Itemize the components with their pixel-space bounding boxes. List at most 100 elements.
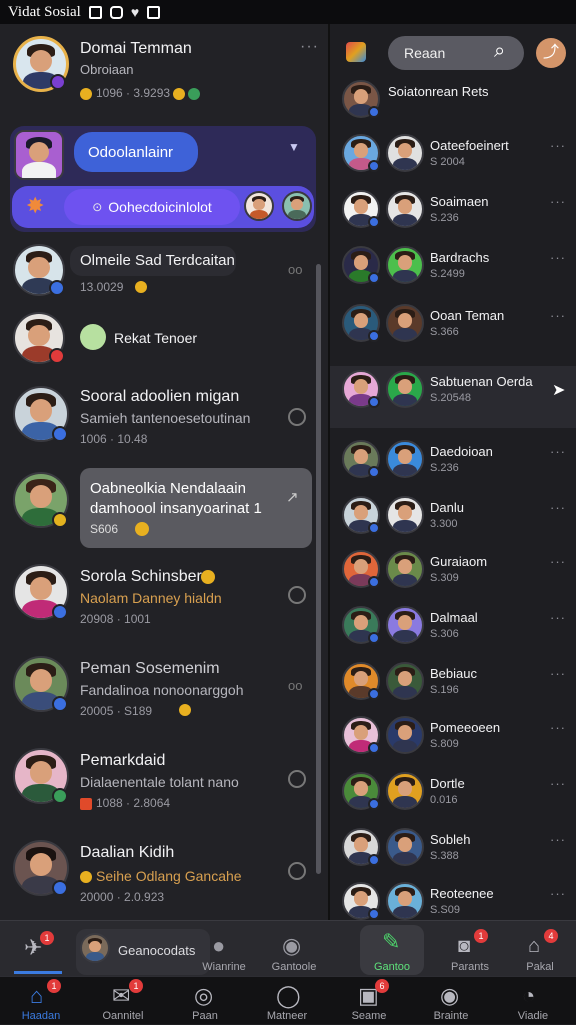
contact-row[interactable]: Bebiauc S.196 ··· [330, 658, 576, 708]
more-options-icon[interactable]: ··· [550, 500, 566, 515]
explore-icon: ◎ [194, 983, 214, 1008]
contact-avatar-secondary[interactable] [386, 304, 424, 342]
contact-row[interactable]: Sabtuenan Oerda S.20548 ➤ [330, 366, 576, 428]
more-options-icon[interactable]: ··· [550, 554, 566, 569]
mute-icon[interactable]: oo [288, 262, 302, 277]
contact-avatar-secondary[interactable] [386, 716, 424, 754]
featured-action-bar[interactable]: ✸ ⊙ Oohecdoicinlolot [12, 186, 314, 228]
contact-row[interactable]: Danlu 3.300 ··· [330, 492, 576, 542]
nav-tab-5[interactable]: ◉ Brainte [410, 977, 492, 1025]
nav-pakal[interactable]: ⌂ 4 Pakal [510, 927, 570, 975]
nav-label: Gantoo [373, 961, 411, 973]
nav-whisper[interactable]: ● Wianrine [196, 927, 252, 975]
contact-avatar-secondary[interactable] [386, 190, 424, 228]
more-options-icon[interactable]: ··· [550, 832, 566, 847]
nav-tab-6[interactable]: ◔ Viadie [492, 977, 574, 1025]
contact-row[interactable]: Bardrachs S.2499 ··· [330, 242, 576, 292]
status-badge [52, 696, 68, 712]
notification-badge: 1 [47, 979, 61, 993]
chat-row[interactable]: Oabneolkia Nendalaain damhoool insanyoar… [0, 464, 316, 550]
contact-avatar-secondary[interactable] [386, 550, 424, 588]
contact-avatar-secondary[interactable] [386, 662, 424, 700]
contact-avatar-secondary[interactable] [386, 134, 424, 172]
nav-tab-4[interactable]: ▣ 6 Seame [328, 977, 410, 1025]
more-options-icon[interactable]: ··· [550, 250, 566, 265]
mute-icon[interactable]: oo [288, 678, 302, 693]
contact-meta: S.366 [430, 326, 459, 338]
nav-tab-0[interactable]: ⌂ 1 Haadan [0, 977, 82, 1025]
nav-tab-2[interactable]: ◎ Paan [164, 977, 246, 1025]
featured-avatar[interactable] [14, 130, 64, 180]
contact-avatar-secondary[interactable] [386, 828, 424, 866]
chat-row[interactable]: Daalian Kidih Seihe Odlang Gancahe 20000… [0, 836, 316, 920]
contact-meta: S.388 [430, 850, 459, 862]
chat-row[interactable]: Rekat Tenoer [0, 306, 316, 372]
search-bar[interactable]: Reaan ⌕ [388, 36, 524, 70]
contact-name: Dortle [430, 776, 465, 791]
more-options-icon[interactable]: ··· [550, 194, 566, 209]
nav-tab-3[interactable]: ◯ Matneer [246, 977, 328, 1025]
featured-message-bubble[interactable]: Odoolanlainr [74, 132, 198, 172]
mail-icon: ✉ [112, 983, 131, 1008]
chat-row[interactable]: Sorola Schinsber Naolam Danney hialdn 20… [0, 560, 316, 636]
nav-pin[interactable]: ✈ 1 [8, 927, 64, 975]
contact-row[interactable]: Dortle 0.016 ··· [330, 768, 576, 818]
chat-row[interactable]: Pemarkdaid Dialaenentale tolant nano 108… [0, 744, 316, 820]
nav-active-chat[interactable]: ✎ Gantoo [360, 925, 424, 975]
more-options-icon[interactable]: ··· [550, 776, 566, 791]
more-options-icon[interactable]: ··· [550, 886, 566, 901]
chat-row[interactable]: Peman Sosemenim Fandalinoa nonoonarggoh … [0, 652, 316, 728]
user-menu-avatar[interactable]: ⤴ [536, 38, 566, 68]
contact-name: Pomeeoeen [430, 720, 501, 735]
contact-avatar-secondary[interactable] [386, 606, 424, 644]
contact-avatar-secondary[interactable] [386, 882, 424, 920]
contact-row[interactable]: Guraiaom S.309 ··· [330, 546, 576, 596]
story-label: Geanocodats [118, 943, 196, 958]
more-options-icon[interactable]: ··· [550, 720, 566, 735]
contact-meta: S.196 [430, 684, 459, 696]
contact-row[interactable]: Soiatonrean Rets [330, 76, 576, 126]
nav-label: Paan [192, 1010, 218, 1022]
contact-avatar-secondary[interactable] [386, 496, 424, 534]
contact-avatar-secondary[interactable] [386, 772, 424, 810]
nav-story[interactable]: Geanocodats [76, 929, 210, 975]
profile-header[interactable]: Domai Temman Obroiaan 1096 · 3.9293 ··· [0, 24, 328, 120]
more-options-icon[interactable]: ··· [300, 38, 319, 56]
chevron-down-icon[interactable]: ▼ [288, 140, 300, 154]
contact-row[interactable]: Sobleh S.388 ··· [330, 824, 576, 874]
featured-action-button[interactable]: ⊙ Oohecdoicinlolot [64, 189, 240, 225]
nav-parents[interactable]: ◙ 1 Parants [440, 927, 500, 975]
contact-avatar-secondary[interactable] [386, 246, 424, 284]
contact-row[interactable]: Pomeeoeen S.809 ··· [330, 712, 576, 762]
contact-row[interactable]: Ooan Teman S.366 ··· [330, 300, 576, 350]
contact-name: Sobleh [430, 832, 471, 847]
chat-row[interactable]: Olmeile Sad Terdcaitan 13.0029 oo [0, 236, 316, 302]
layers-icon[interactable] [346, 42, 366, 62]
more-options-icon[interactable]: ··· [550, 444, 566, 459]
contact-row[interactable]: Daedoioan S.236 ··· [330, 436, 576, 486]
participant-avatar[interactable] [282, 191, 312, 221]
participant-avatar[interactable] [244, 191, 274, 221]
featured-card[interactable]: Odoolanlainr ▼ ✸ ⊙ Oohecdoicinlolot [10, 126, 316, 232]
search-icon[interactable]: ⌕ [494, 40, 505, 63]
contact-row[interactable]: Dalmaal S.306 ··· [330, 602, 576, 652]
send-icon[interactable]: ➤ [552, 380, 565, 400]
contact-meta: S.236 [430, 212, 459, 224]
nav-tab-1[interactable]: ✉ 1 Oannitel [82, 977, 164, 1025]
nav-groups[interactable]: ◉ Gantoole [264, 927, 324, 975]
contact-name: Danlu [430, 500, 464, 515]
more-options-icon[interactable]: ··· [550, 138, 566, 153]
reply-icon[interactable]: ↗ [286, 488, 299, 506]
scrollbar[interactable] [316, 264, 321, 874]
chat-meta: 1006 · 10.48 [80, 432, 148, 446]
more-options-icon[interactable]: ··· [550, 666, 566, 681]
image-icon [147, 5, 161, 19]
contact-row[interactable]: Oateefoeinert S 2004 ··· [330, 130, 576, 180]
contact-avatar-secondary[interactable] [386, 440, 424, 478]
chat-row[interactable]: Sooral adoolien migan Samieh tantenoeset… [0, 378, 316, 454]
more-options-icon[interactable]: ··· [550, 610, 566, 625]
status-badge [368, 466, 380, 478]
contact-row[interactable]: Soaimaen S.236 ··· [330, 186, 576, 236]
more-options-icon[interactable]: ··· [550, 308, 566, 323]
contact-avatar-secondary[interactable] [386, 370, 424, 408]
